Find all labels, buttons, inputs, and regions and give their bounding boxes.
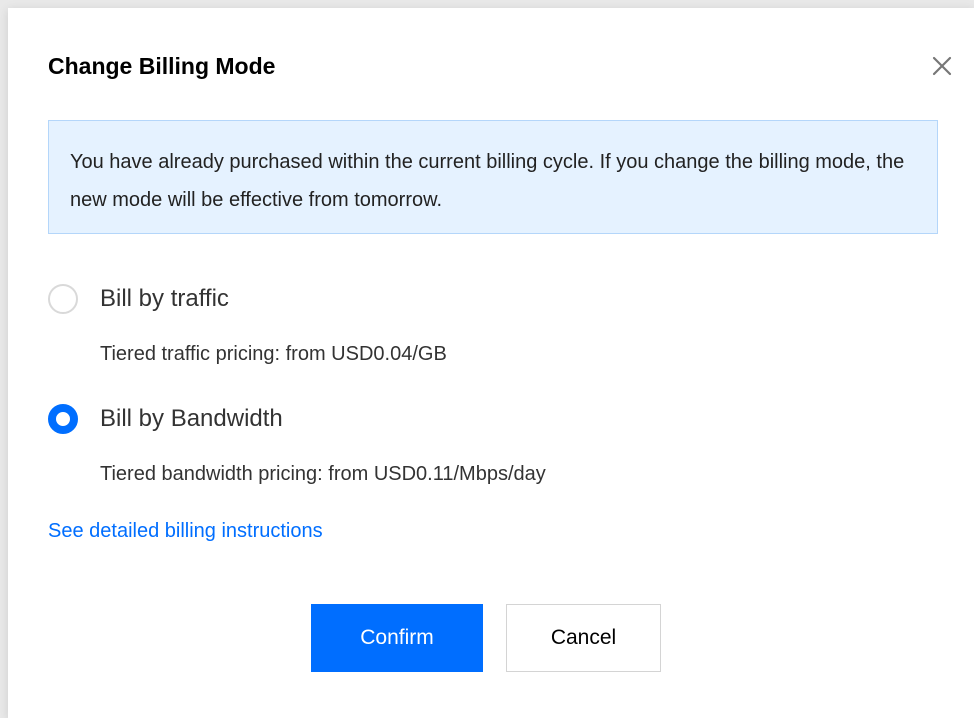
info-notice: You have already purchased within the cu… [48, 120, 938, 234]
cancel-button[interactable]: Cancel [506, 604, 661, 672]
billing-instructions-link[interactable]: See detailed billing instructions [48, 518, 323, 544]
radio-bill-by-bandwidth[interactable] [48, 404, 78, 434]
close-button[interactable] [928, 52, 956, 80]
confirm-button[interactable]: Confirm [311, 604, 483, 672]
option-label: Bill by Bandwidth [100, 405, 283, 432]
close-icon [932, 56, 952, 76]
option-description: Tiered traffic pricing: from USD0.04/GB [100, 343, 447, 365]
dialog-title: Change Billing Mode [48, 53, 276, 79]
change-billing-mode-dialog: Change Billing Mode You have already pur… [8, 8, 974, 718]
radio-bill-by-traffic[interactable] [48, 284, 78, 314]
option-description: Tiered bandwidth pricing: from USD0.11/M… [100, 463, 546, 485]
option-label: Bill by traffic [100, 285, 229, 312]
notice-text: You have already purchased within the cu… [70, 151, 905, 211]
